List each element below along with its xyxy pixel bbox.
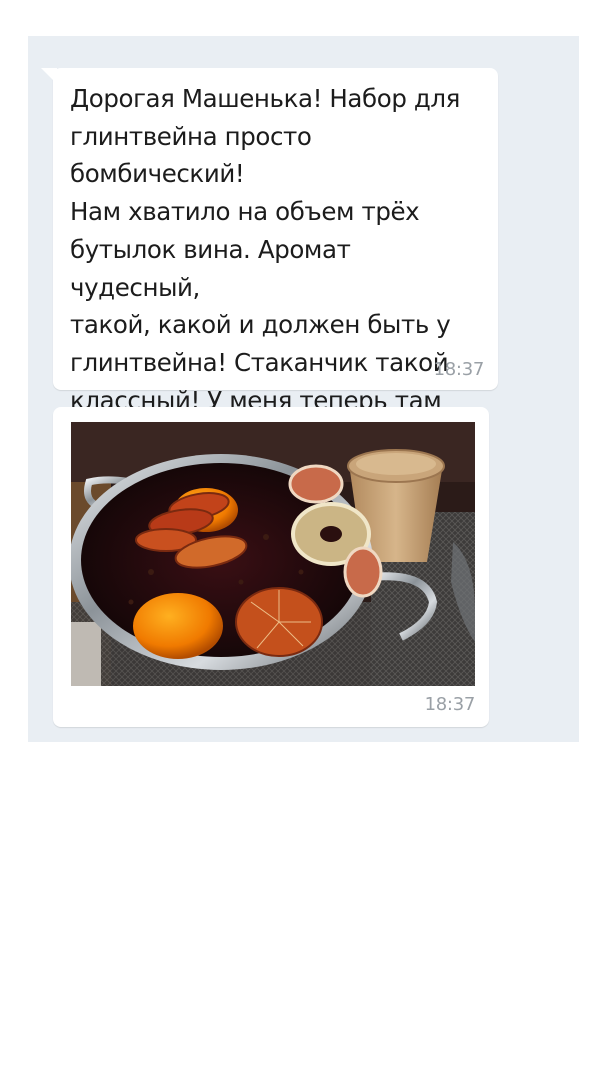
chat-panel: Дорогая Машенька! Набор для глинтвейна п…	[28, 36, 579, 742]
pot-of-mulled-wine-image[interactable]	[71, 422, 475, 686]
bubble-tail	[41, 68, 57, 84]
message-content: Дорогая Машенька! Набор для глинтвейна п…	[70, 80, 480, 457]
message-bubble-text[interactable]: Дорогая Машенька! Набор для глинтвейна п…	[41, 68, 498, 452]
message-timestamp: 18:37	[433, 359, 485, 380]
message-bubble-photo[interactable]: 18:37	[53, 407, 489, 727]
message-text: Дорогая Машенька! Набор для глинтвейна п…	[70, 84, 461, 452]
message-timestamp: 18:37	[424, 694, 476, 715]
